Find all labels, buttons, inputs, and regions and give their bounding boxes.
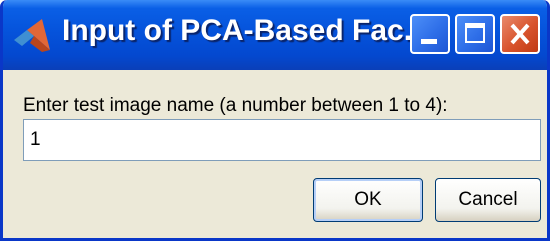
matlab-icon (14, 19, 50, 52)
prompt-label: Enter test image name (a number between … (23, 95, 448, 116)
maximize-icon (465, 23, 485, 43)
close-icon (510, 23, 530, 45)
window-title: Input of PCA-Based Fac... (62, 14, 429, 47)
maximize-button[interactable] (455, 14, 495, 54)
cancel-button[interactable]: Cancel (435, 178, 541, 222)
ok-button[interactable]: OK (313, 178, 423, 222)
input-dialog-window: Input of PCA-Based Fac... Enter test ima… (0, 0, 550, 241)
minimize-icon (421, 39, 437, 44)
title-bar[interactable]: Input of PCA-Based Fac... (3, 0, 547, 70)
close-button[interactable] (500, 14, 540, 54)
minimize-button[interactable] (410, 14, 450, 54)
image-name-input[interactable]: 1 (23, 119, 541, 161)
